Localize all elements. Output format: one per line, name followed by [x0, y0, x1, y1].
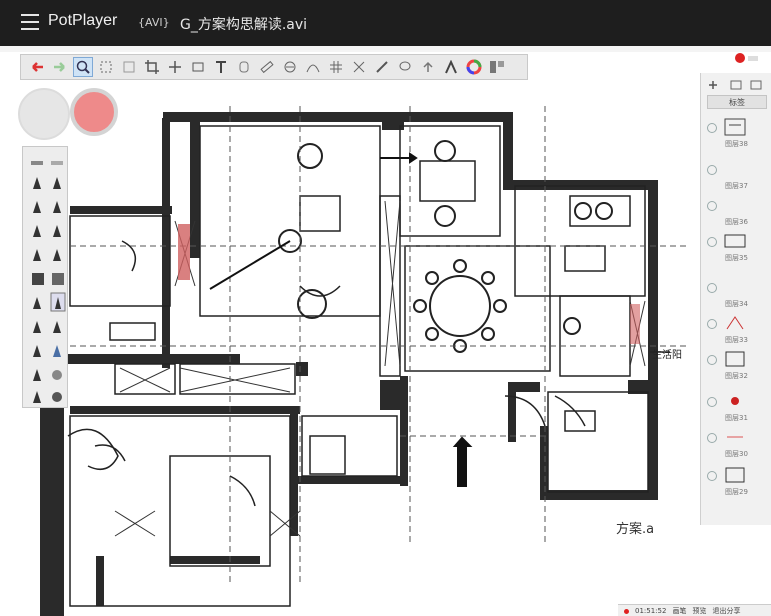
- layer-row[interactable]: 图层35: [705, 229, 769, 264]
- layer-name: 图层29: [725, 488, 748, 496]
- layer-toolbar[interactable]: [705, 77, 771, 93]
- layer-panel: 标签 图层38 图层37 图层36 图层35 图层34 图层33 图层32 图层…: [700, 73, 771, 525]
- exit-share-button[interactable]: 退出分享: [712, 606, 740, 616]
- layer-name: 图层37: [725, 182, 748, 190]
- eye-icon[interactable]: [707, 355, 717, 365]
- color-wheel-icon[interactable]: [464, 57, 484, 77]
- panels-icon[interactable]: [487, 57, 507, 77]
- eye-icon[interactable]: [707, 319, 717, 329]
- brush-set[interactable]: [23, 147, 69, 409]
- layer-name: 图层30: [725, 450, 748, 458]
- eye-icon[interactable]: [707, 283, 717, 293]
- drawing-toolbar: [20, 54, 528, 80]
- layer-row[interactable]: 图层29: [705, 463, 769, 498]
- layer-row[interactable]: 图层30: [705, 425, 769, 460]
- video-frame[interactable]: 标签 图层38 图层37 图层36 图层35 图层34 图层33 图层32 图层…: [0, 46, 771, 616]
- text-vertical-icon[interactable]: [234, 57, 254, 77]
- layer-name: 图层34: [725, 300, 748, 308]
- layer-row[interactable]: 图层31: [705, 389, 769, 424]
- move-icon[interactable]: [165, 57, 185, 77]
- rect-select-icon[interactable]: [188, 57, 208, 77]
- record-icon: [624, 608, 629, 614]
- record-time: 01:51:52: [635, 607, 667, 615]
- selection-icon[interactable]: [96, 57, 116, 77]
- format-tag: {AVI}: [138, 16, 170, 29]
- flower-icon: [735, 53, 758, 63]
- brush-line-icon[interactable]: [372, 57, 392, 77]
- signature: 方案.a: [616, 522, 655, 537]
- app-name: PotPlayer: [48, 12, 118, 29]
- zoom-icon[interactable]: [73, 57, 93, 77]
- secondary-color-swatch[interactable]: [70, 88, 118, 136]
- file-name: G_方案构思解读.avi: [180, 17, 308, 33]
- eye-icon[interactable]: [707, 433, 717, 443]
- layer-row[interactable]: 图层34: [705, 275, 769, 310]
- layer-row[interactable]: 图层33: [705, 311, 769, 346]
- layer-row[interactable]: 图层37: [705, 157, 769, 192]
- annotation-label: 生活阳: [652, 350, 682, 361]
- preview-button[interactable]: 预览: [692, 606, 706, 616]
- lasso-icon[interactable]: [395, 57, 415, 77]
- eye-icon[interactable]: [707, 165, 717, 175]
- upload-icon[interactable]: [418, 57, 438, 77]
- redo-icon[interactable]: [50, 57, 70, 77]
- floor-plan-drawing: [40, 106, 690, 616]
- layer-name: 图层38: [725, 140, 748, 148]
- paint-icon[interactable]: [441, 57, 461, 77]
- ruler-icon[interactable]: [257, 57, 277, 77]
- eye-icon[interactable]: [707, 471, 717, 481]
- menu-icon[interactable]: [21, 14, 39, 30]
- layer-row[interactable]: 图层32: [705, 347, 769, 382]
- primary-color-swatch[interactable]: [18, 88, 70, 140]
- status-bar: 01:51:52 画笔 预览 退出分享: [618, 604, 771, 616]
- layer-name: 图层31: [725, 414, 748, 422]
- ellipse-icon[interactable]: [280, 57, 300, 77]
- eye-icon[interactable]: [707, 237, 717, 247]
- curve-icon[interactable]: [303, 57, 323, 77]
- title-bar: PotPlayer {AVI} G_方案构思解读.avi: [0, 0, 771, 46]
- brush-button[interactable]: 画笔: [672, 606, 686, 616]
- layer-name: 图层36: [725, 218, 748, 226]
- brush-panel: [22, 146, 68, 408]
- layer-name: 图层32: [725, 372, 748, 380]
- transform-icon[interactable]: [119, 57, 139, 77]
- grid-icon[interactable]: [326, 57, 346, 77]
- text-icon[interactable]: [211, 57, 231, 77]
- layer-row[interactable]: 图层36: [705, 193, 769, 228]
- layer-label-button[interactable]: 标签: [707, 95, 767, 109]
- crop-icon[interactable]: [142, 57, 162, 77]
- layer-name: 图层35: [725, 254, 748, 262]
- eye-icon[interactable]: [707, 201, 717, 211]
- layer-row[interactable]: 图层38: [705, 115, 769, 150]
- eye-icon[interactable]: [707, 397, 717, 407]
- eye-icon[interactable]: [707, 123, 717, 133]
- layer-name: 图层33: [725, 336, 748, 344]
- undo-icon[interactable]: [27, 57, 47, 77]
- symmetry-icon[interactable]: [349, 57, 369, 77]
